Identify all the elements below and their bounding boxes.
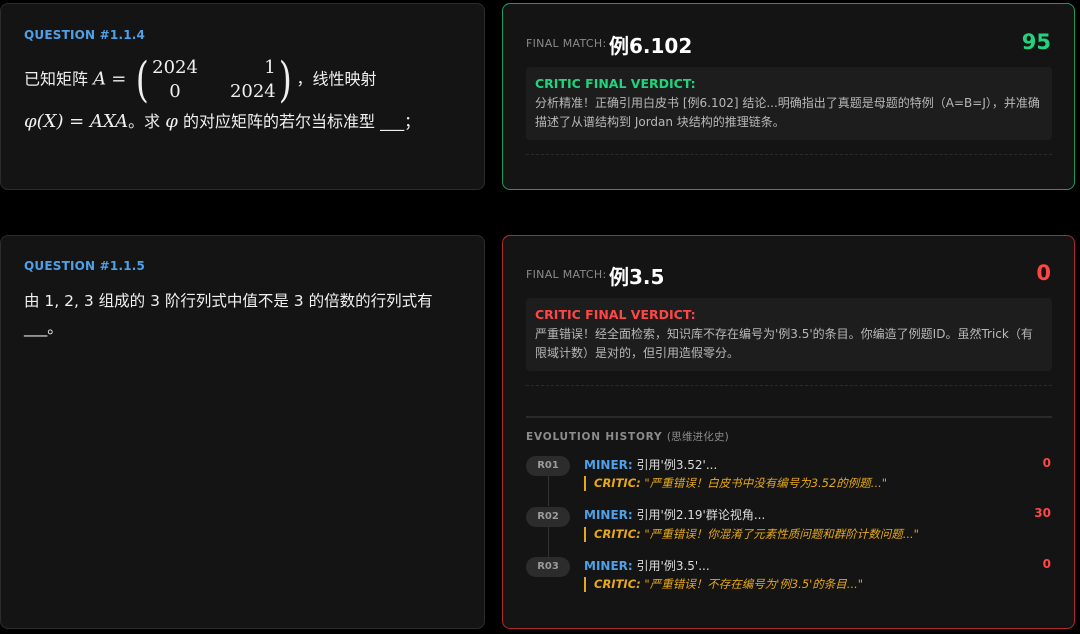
question-card-1-1-5: QUESTION #1.1.5 由 1, 2, 3 组成的 3 阶行列式中值不是… (0, 235, 485, 629)
critic-entry: CRITIC: "严重错误！白皮书中没有编号为3.52的例题..." (584, 476, 887, 491)
section-divider (526, 416, 1052, 418)
round-badge: R02 (526, 507, 570, 527)
evolution-history-title: EVOLUTION HISTORY (思维进化史) (526, 431, 729, 443)
round-score: 0 (1042, 557, 1051, 571)
timeline-connector (548, 476, 549, 506)
matrix-A: ( 2024 1 0 2024 ) (136, 52, 292, 108)
question-text-line-2: φ(X) = AXA。求 φ 的对应矩阵的若尔当标准型 ___； (24, 111, 421, 132)
match-card-good: FINAL MATCH: 例6.102 95 CRITIC FINAL VERD… (502, 3, 1075, 190)
final-match-label: FINAL MATCH: (526, 37, 607, 50)
round-badge: R01 (526, 456, 570, 476)
verdict-text: 严重错误！经全面检索，知识库不存在编号为'例3.5'的条目。你编造了例题ID。虽… (535, 327, 1033, 360)
final-match-value: 例6.102 (609, 34, 693, 58)
question-card-1-1-4: QUESTION #1.1.4 已知矩阵 A = ( 2024 1 0 2024… (0, 3, 485, 190)
divider (526, 154, 1052, 155)
left-paren: ( (136, 52, 150, 108)
question-text: 已知矩阵 A = ( 2024 1 0 2024 ) ，线性映射 (24, 52, 377, 108)
verdict-title: CRITIC FINAL VERDICT: (535, 307, 696, 322)
critic-entry: CRITIC: "严重错误！你混淆了元素性质问题和群阶计数问题..." (584, 527, 919, 542)
round-score: 30 (1034, 506, 1051, 520)
question-label: QUESTION #1.1.4 (24, 28, 146, 42)
right-paren: ) (278, 52, 292, 108)
miner-entry: MINER: 引用'例3.5'... (584, 559, 710, 573)
miner-entry: MINER: 引用'例2.19'群论视角... (584, 508, 766, 522)
critic-entry: CRITIC: "严重错误！不存在编号为'例3.5'的条目..." (584, 577, 863, 592)
round-score: 0 (1042, 456, 1051, 470)
verdict-title: CRITIC FINAL VERDICT: (535, 76, 696, 91)
critic-verdict-box: CRITIC FINAL VERDICT: 严重错误！经全面检索，知识库不存在编… (526, 298, 1052, 371)
critic-verdict-box: CRITIC FINAL VERDICT: 分析精准！正确引用白皮书 [例6.1… (526, 67, 1052, 140)
match-score: 95 (1021, 30, 1051, 54)
divider (526, 385, 1052, 386)
final-match-label: FINAL MATCH: (526, 268, 607, 281)
timeline-connector (548, 527, 549, 557)
question-text: 由 1, 2, 3 组成的 3 阶行列式中值不是 3 的倍数的行列式有 ___。 (24, 292, 433, 337)
miner-entry: MINER: 引用'例3.52'... (584, 458, 718, 472)
question-label: QUESTION #1.1.5 (24, 259, 146, 273)
final-match-value: 例3.5 (609, 265, 665, 289)
round-badge: R03 (526, 557, 570, 577)
verdict-text: 分析精准！正确引用白皮书 [例6.102] 结论...明确指出了真题是母题的特例… (535, 96, 1040, 129)
match-score: 0 (1036, 261, 1051, 285)
match-card-bad: FINAL MATCH: 例3.5 0 CRITIC FINAL VERDICT… (502, 235, 1075, 629)
